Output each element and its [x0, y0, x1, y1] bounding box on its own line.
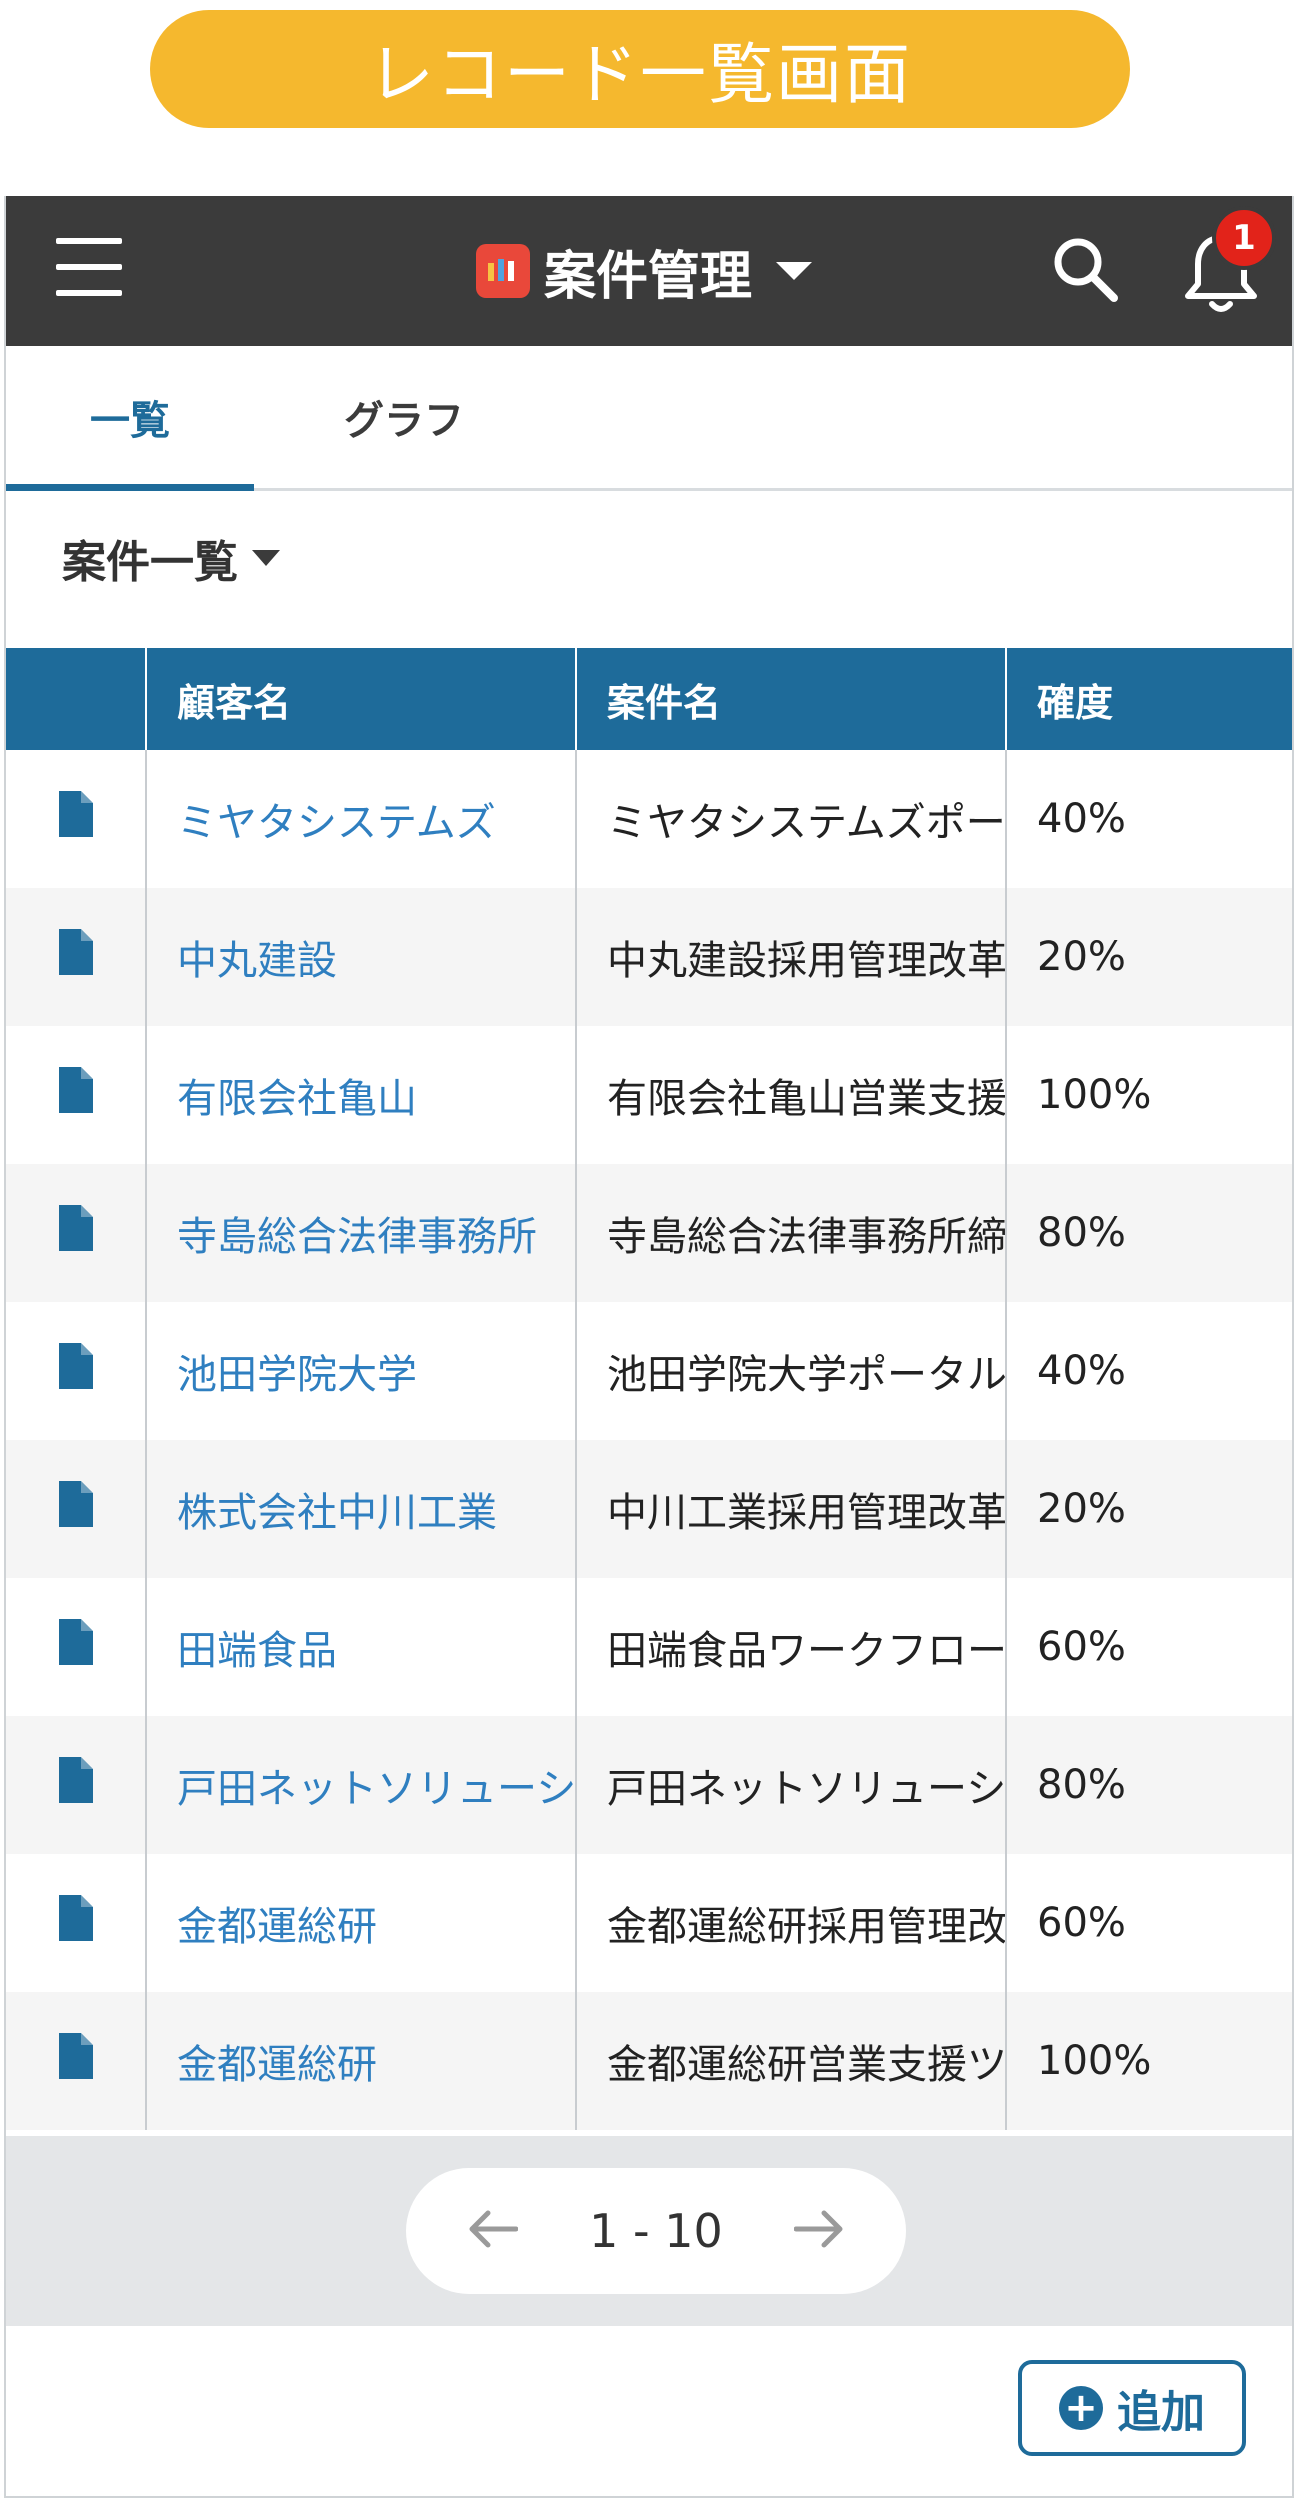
table-row[interactable]: 田端食品 田端食品ワークフロー 60% — [6, 1578, 1292, 1716]
document-icon[interactable] — [57, 1341, 95, 1401]
customer-link[interactable]: 株式会社中川工業 — [146, 1440, 577, 1578]
customer-link[interactable]: 金都運総研 — [146, 1992, 577, 2130]
table-row[interactable]: 株式会社中川工業 中川工業採用管理改革 20% — [6, 1440, 1292, 1578]
active-tab-indicator — [6, 484, 254, 491]
project-name: 中川工業採用管理改革 — [576, 1440, 1007, 1578]
document-icon[interactable] — [57, 789, 95, 849]
customer-link[interactable]: ミヤタシステムズ — [146, 750, 577, 888]
records-table: 顧客名 案件名 確度 ミヤタシステムズ ミヤタシステムズポー 40% 中丸建設 中丸建設… — [6, 648, 1292, 2130]
table-row[interactable]: ミヤタシステムズ ミヤタシステムズポー 40% — [6, 750, 1292, 888]
customer-link[interactable]: 有限会社亀山 — [146, 1026, 577, 1164]
project-name: 有限会社亀山営業支援 — [576, 1026, 1007, 1164]
customer-link[interactable]: 中丸建設 — [146, 888, 577, 1026]
app-screen: 案件管理 1 一覧 グラフ 案件一覧 顧客名 案件名 確度 ミヤタシステムズ ミ… — [4, 196, 1294, 2498]
customer-link[interactable]: 戸田ネットソリューシ — [146, 1716, 577, 1854]
table-row[interactable]: 戸田ネットソリューシ 戸田ネットソリューシ 80% — [6, 1716, 1292, 1854]
tab-graph[interactable]: グラフ — [254, 346, 554, 488]
project-name: 寺島総合法律事務所締 — [576, 1164, 1007, 1302]
record-detail-cell[interactable] — [6, 1164, 147, 1302]
document-icon[interactable] — [57, 927, 95, 987]
record-detail-cell[interactable] — [6, 1716, 147, 1854]
document-icon[interactable] — [57, 1065, 95, 1125]
menu-icon[interactable] — [56, 238, 122, 304]
table-row[interactable]: 金都運総研 金都運総研採用管理改 60% — [6, 1854, 1292, 1992]
header-probability[interactable]: 確度 — [1006, 648, 1292, 750]
table-row[interactable]: 寺島総合法律事務所 寺島総合法律事務所締 80% — [6, 1164, 1292, 1302]
record-detail-cell[interactable] — [6, 1578, 147, 1716]
caret-down-icon — [252, 550, 280, 566]
caption-banner: レコード一覧画面 — [150, 10, 1130, 128]
search-icon[interactable] — [1046, 230, 1126, 310]
chevron-down-icon — [776, 262, 813, 280]
customer-link[interactable]: 金都運総研 — [146, 1854, 577, 1992]
caption-text: レコード一覧画面 — [368, 36, 912, 113]
header-project[interactable]: 案件名 — [576, 648, 1007, 750]
add-record-button[interactable]: + 追加 — [1018, 2360, 1246, 2456]
document-icon[interactable] — [57, 1893, 95, 1953]
app-bar: 案件管理 1 — [6, 196, 1292, 346]
customer-link[interactable]: 田端食品 — [146, 1578, 577, 1716]
probability: 60% — [1006, 1854, 1292, 1992]
plus-icon: + — [1059, 2386, 1103, 2430]
document-icon[interactable] — [57, 1617, 95, 1677]
record-detail-cell[interactable] — [6, 1440, 147, 1578]
view-selector[interactable]: 案件一覧 — [62, 526, 280, 590]
document-icon[interactable] — [57, 1755, 95, 1815]
page-range: 1 - 10 — [589, 2204, 723, 2258]
add-button-label: 追加 — [1117, 2387, 1205, 2438]
project-name: ミヤタシステムズポー — [576, 750, 1007, 888]
table-row[interactable]: 中丸建設 中丸建設採用管理改革 20% — [6, 888, 1292, 1026]
record-detail-cell[interactable] — [6, 1302, 147, 1440]
pagination: 1 - 10 — [406, 2168, 906, 2294]
project-name: 戸田ネットソリューシ — [576, 1716, 1007, 1854]
tab-bar: 一覧 グラフ — [6, 346, 1292, 491]
probability: 20% — [1006, 1440, 1292, 1578]
probability: 40% — [1006, 1302, 1292, 1440]
document-icon[interactable] — [57, 1479, 95, 1539]
probability: 80% — [1006, 1716, 1292, 1854]
probability: 20% — [1006, 888, 1292, 1026]
notification-badge: 1 — [1212, 206, 1276, 270]
tab-list[interactable]: 一覧 — [6, 346, 254, 488]
table-header-row: 顧客名 案件名 確度 — [6, 648, 1292, 750]
view-label: 案件一覧 — [62, 537, 238, 588]
project-name: 金都運総研営業支援ツ — [576, 1992, 1007, 2130]
next-page-icon[interactable] — [793, 2209, 846, 2253]
pagination-bar: 1 - 10 — [6, 2136, 1292, 2326]
customer-link[interactable]: 池田学院大学 — [146, 1302, 577, 1440]
record-detail-cell[interactable] — [6, 1854, 147, 1992]
probability: 100% — [1006, 1992, 1292, 2130]
document-icon[interactable] — [57, 1203, 95, 1263]
app-title: 案件管理 — [544, 246, 753, 307]
app-logo-icon — [476, 244, 530, 298]
table-row[interactable]: 金都運総研 金都運総研営業支援ツ 100% — [6, 1992, 1292, 2130]
table-row[interactable]: 池田学院大学 池田学院大学ポータル 40% — [6, 1302, 1292, 1440]
record-detail-cell[interactable] — [6, 750, 147, 888]
table-row[interactable]: 有限会社亀山 有限会社亀山営業支援 100% — [6, 1026, 1292, 1164]
probability: 40% — [1006, 750, 1292, 888]
document-icon[interactable] — [57, 2031, 95, 2091]
probability: 100% — [1006, 1026, 1292, 1164]
project-name: 池田学院大学ポータル — [576, 1302, 1007, 1440]
record-detail-cell[interactable] — [6, 1026, 147, 1164]
project-name: 中丸建設採用管理改革 — [576, 888, 1007, 1026]
probability: 80% — [1006, 1164, 1292, 1302]
customer-link[interactable]: 寺島総合法律事務所 — [146, 1164, 577, 1302]
header-icon-column — [6, 648, 147, 750]
header-customer[interactable]: 顧客名 — [146, 648, 577, 750]
probability: 60% — [1006, 1578, 1292, 1716]
project-name: 田端食品ワークフロー — [576, 1578, 1007, 1716]
record-detail-cell[interactable] — [6, 888, 147, 1026]
record-detail-cell[interactable] — [6, 1992, 147, 2130]
app-switcher[interactable]: 案件管理 — [476, 226, 813, 316]
prev-page-icon[interactable] — [466, 2209, 519, 2253]
project-name: 金都運総研採用管理改 — [576, 1854, 1007, 1992]
